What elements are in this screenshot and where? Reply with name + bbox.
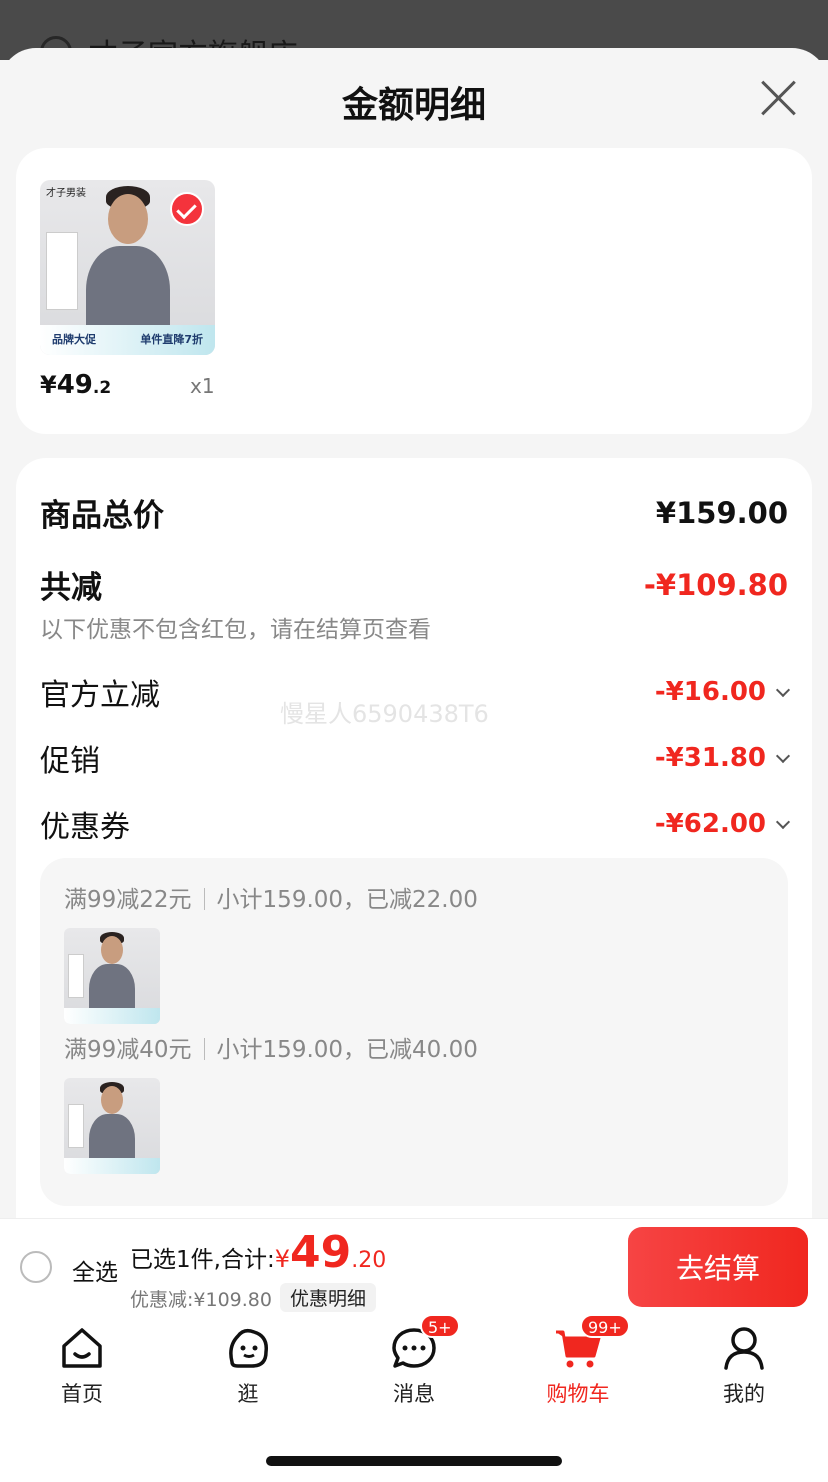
reduce-label: 共减	[40, 570, 102, 606]
fabric-swatch	[68, 954, 84, 998]
price-currency: ¥	[40, 371, 57, 399]
reduce-value: -¥109.80	[643, 567, 788, 602]
banner-left-text: 品牌大促	[52, 333, 96, 346]
brand-logo: 才子男装	[46, 188, 86, 199]
promo-banner	[64, 1158, 160, 1174]
coupon-subtotal: 小计159.00，已减22.00	[216, 887, 478, 913]
discount-note: 以下优惠不包含红包，请在结算页查看	[40, 617, 431, 643]
tab-label: 购物车	[546, 1382, 610, 1406]
tab-cart[interactable]: 99+ 购物车	[518, 1314, 638, 1408]
promo-banner: 品牌大促 单件直降7折	[40, 325, 215, 355]
select-all-checkbox[interactable]	[20, 1251, 52, 1283]
tab-label: 我的	[723, 1382, 765, 1406]
reduce-row: 共减 -¥109.80	[40, 562, 788, 607]
cart-badge: 99+	[580, 1314, 630, 1338]
product-image[interactable]: 才子男装 品牌大促 单件直降7折	[40, 180, 215, 355]
coupon-value: -¥62.00	[655, 809, 791, 839]
message-icon: 5+	[390, 1314, 460, 1372]
official-discount-value: -¥16.00	[655, 677, 791, 707]
coupon-rule: 满99减40元	[64, 1037, 192, 1063]
promotion-value: -¥31.80	[655, 743, 791, 773]
divider	[203, 888, 205, 910]
tab-label: 逛	[237, 1382, 259, 1406]
tab-label: 消息	[393, 1382, 435, 1406]
coupon-product-image[interactable]	[64, 928, 160, 1024]
tab-messages[interactable]: 5+ 消息	[354, 1314, 474, 1408]
message-badge: 5+	[420, 1314, 460, 1338]
checkout-button[interactable]: 去结算	[628, 1227, 808, 1307]
promotion-label: 促销	[40, 744, 100, 779]
checkout-bar: 全选 已选1件,合计:¥49.20 优惠减:¥109.80 优惠明细 去结算	[0, 1218, 828, 1314]
price-integer: 49	[56, 370, 93, 400]
product-card: 才子男装 品牌大促 单件直降7折 ¥49.2 x1	[16, 148, 812, 434]
official-discount-label: 官方立减	[40, 678, 160, 713]
coupon-label: 优惠券	[40, 810, 130, 845]
total-currency: ¥	[274, 1245, 290, 1273]
cart-icon: 99+	[554, 1314, 630, 1372]
total-decimal: .20	[351, 1248, 387, 1273]
close-icon[interactable]	[758, 78, 798, 118]
promo-banner	[64, 1008, 160, 1024]
checkout-summary: 已选1件,合计:¥49.20	[130, 1227, 386, 1278]
promotion-row[interactable]: 促销 -¥31.80	[40, 736, 791, 780]
price-decimal: .2	[92, 378, 112, 398]
total-integer: 49	[289, 1227, 352, 1278]
total-row: 商品总价 ¥159.00	[40, 490, 788, 535]
total-label: 商品总价	[40, 498, 164, 534]
coupon-rule: 满99减22元	[64, 887, 192, 913]
coupon-breakdown: 满99减22元 小计159.00，已减22.00 满99减40元 小计159.00，…	[40, 858, 788, 1206]
fabric-swatch	[68, 1104, 84, 1148]
chevron-down-icon[interactable]	[775, 682, 791, 698]
coupon-row[interactable]: 优惠券 -¥62.00	[40, 802, 791, 846]
chevron-down-icon[interactable]	[775, 748, 791, 764]
model-head	[101, 1086, 123, 1114]
summary-prefix: 已选1件,合计:	[130, 1247, 275, 1273]
profile-icon	[720, 1324, 768, 1372]
tab-home[interactable]: 首页	[22, 1324, 142, 1408]
sheet-title: 金额明细	[341, 85, 486, 126]
select-all-label[interactable]: 全选	[72, 1253, 118, 1287]
amount-detail-sheet: 金额明细 才子男装 品牌大促 单件直降7折 ¥49.2 x1 商品总价 ¥159…	[0, 48, 828, 1220]
coupon-line: 满99减40元 小计159.00，已减40.00	[64, 1030, 478, 1064]
tab-label: 首页	[61, 1382, 103, 1406]
tab-profile[interactable]: 我的	[684, 1324, 804, 1408]
discount-detail-button[interactable]: 优惠明细	[280, 1283, 377, 1312]
divider	[203, 1038, 205, 1060]
coupon-subtotal: 小计159.00，已减40.00	[216, 1037, 478, 1063]
chevron-down-icon[interactable]	[775, 814, 791, 830]
model-head	[107, 194, 148, 244]
model-head	[101, 936, 123, 964]
selected-check-icon[interactable]	[170, 192, 204, 226]
tab-browse[interactable]: 逛	[188, 1324, 308, 1408]
browse-icon	[224, 1324, 272, 1372]
price-detail-card: 商品总价 ¥159.00 共减 -¥109.80 以下优惠不包含红包，请在结算页…	[16, 458, 812, 1220]
coupon-line: 满99减22元 小计159.00，已减22.00	[64, 880, 478, 914]
coupon-product-image[interactable]	[64, 1078, 160, 1174]
saved-amount: 优惠减:¥109.80	[130, 1289, 272, 1311]
home-indicator	[266, 1456, 562, 1466]
fabric-swatch	[46, 232, 78, 310]
official-discount-row[interactable]: 官方立减 -¥16.00	[40, 670, 791, 714]
product-price: ¥49.2	[40, 370, 111, 400]
product-quantity: x1	[190, 374, 215, 398]
total-value: ¥159.00	[655, 495, 788, 530]
banner-right-text: 单件直降7折	[140, 333, 203, 346]
home-icon	[58, 1324, 106, 1372]
